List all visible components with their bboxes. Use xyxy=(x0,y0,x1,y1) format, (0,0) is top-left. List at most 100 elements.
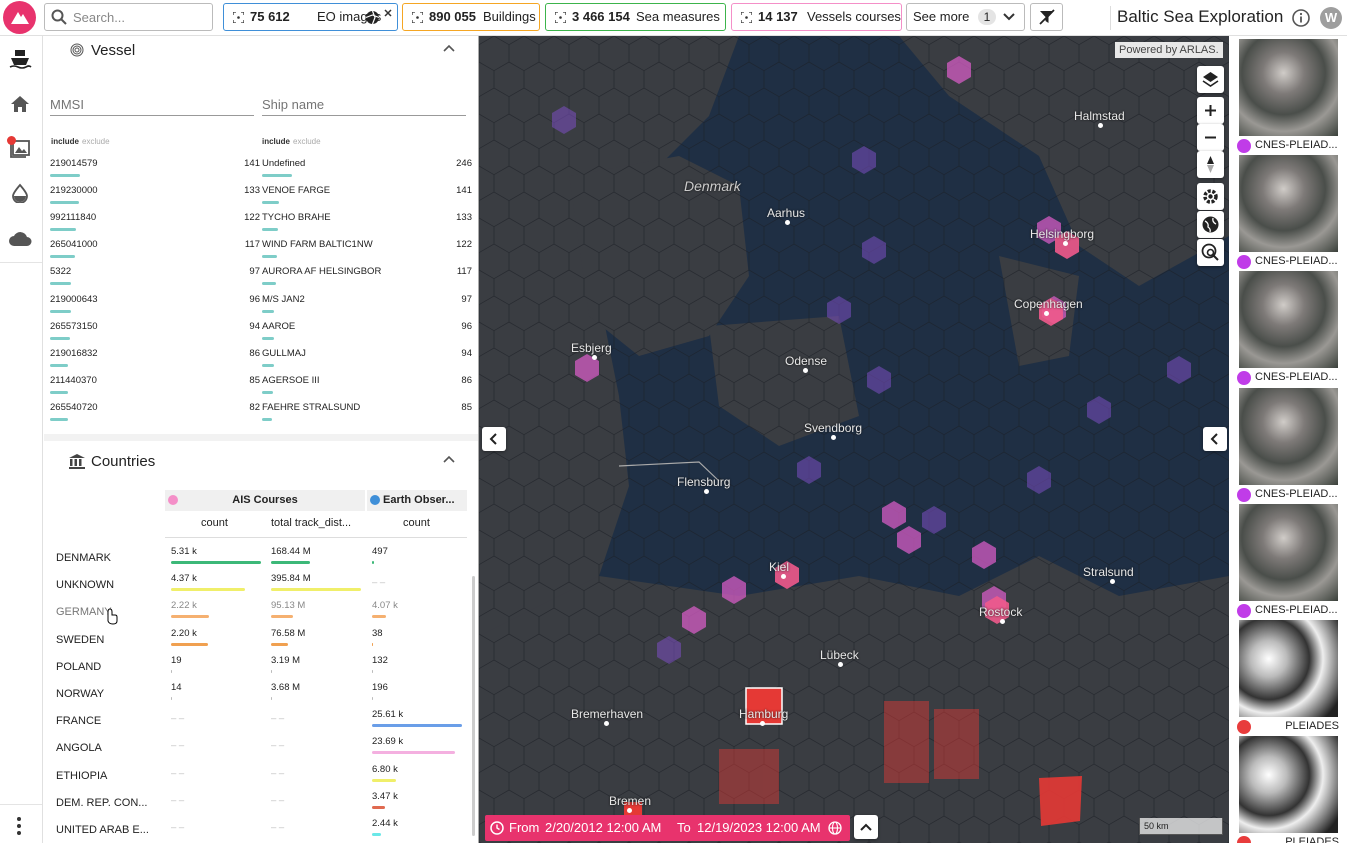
country-row[interactable]: POLAND 19 3.19 M 132 xyxy=(44,652,474,679)
geo-search-button[interactable] xyxy=(1197,239,1224,266)
search-box[interactable] xyxy=(44,3,213,31)
country-row[interactable]: FRANCE – – – – 25.61 k xyxy=(44,706,474,733)
collapse-right-panel-button[interactable] xyxy=(1203,427,1227,451)
term-bar xyxy=(50,309,71,313)
ship-name-filter-input[interactable] xyxy=(262,94,466,116)
search-input[interactable] xyxy=(73,8,203,26)
collection-chip-eo-images[interactable]: 75 612 EO images xyxy=(223,3,398,31)
result-thumbnail[interactable]: CNES-PLEIAD... xyxy=(1235,271,1341,386)
time-range-bar[interactable]: From 2/20/2012 12:00 AM To 12/19/2023 12… xyxy=(485,815,850,841)
country-row[interactable]: UNKNOWN 4.37 k 395.84 M – – xyxy=(44,570,474,597)
satellite-image-preview[interactable] xyxy=(1239,271,1338,369)
countries-widget-title: Countries xyxy=(91,453,156,470)
vessel-term-row[interactable]: 265041000 117 xyxy=(50,239,260,263)
minus-icon xyxy=(1205,136,1216,139)
time-from-value[interactable]: 2/20/2012 12:00 AM xyxy=(545,815,661,841)
more-vertical-icon xyxy=(17,817,21,835)
country-row[interactable]: ANGOLA – – – – 23.69 k xyxy=(44,733,474,760)
remove-filters-button[interactable] xyxy=(1030,3,1063,31)
more-menu-button[interactable] xyxy=(16,816,22,841)
column-header-count[interactable]: count xyxy=(201,517,228,529)
time-to-value[interactable]: 12/19/2023 12:00 AM xyxy=(697,815,821,841)
chevron-up-icon[interactable] xyxy=(443,44,455,52)
layers-button[interactable] xyxy=(1197,66,1224,93)
user-avatar[interactable]: W xyxy=(1320,7,1342,29)
result-thumbnail[interactable]: CNES-PLEIAD... xyxy=(1235,503,1341,618)
zoom-out-button[interactable] xyxy=(1197,124,1224,151)
vessel-term-row[interactable]: 219014579 141 xyxy=(50,158,260,182)
info-icon[interactable] xyxy=(1292,9,1310,27)
rail-item-images[interactable] xyxy=(7,136,31,164)
vessel-term-row[interactable]: 265540720 82 xyxy=(50,402,260,426)
result-thumbnail[interactable]: PLEIADES xyxy=(1235,620,1341,734)
chip-label: Buildings xyxy=(483,9,536,24)
mmsi-include-toggle[interactable]: include xyxy=(51,137,79,146)
close-icon[interactable] xyxy=(383,8,393,18)
vessel-term-row[interactable]: 211440370 85 xyxy=(50,375,260,399)
country-name: ETHIOPIA xyxy=(56,769,108,782)
vessel-term-row[interactable]: M/S JAN2 97 xyxy=(262,293,472,318)
vessel-term-row[interactable]: 265573150 94 xyxy=(50,321,260,345)
map-settings-button[interactable] xyxy=(1197,183,1224,210)
country-row[interactable]: UNITED ARAB E... – – – – 2.44 k xyxy=(44,815,474,842)
aperture-icon[interactable] xyxy=(365,10,380,25)
satellite-image-preview[interactable] xyxy=(1239,736,1338,834)
chevron-up-icon[interactable] xyxy=(443,455,455,463)
country-row[interactable]: SWEDEN 2.20 k 76.58 M 38 xyxy=(44,625,474,652)
vessel-term-row[interactable]: 5322 97 xyxy=(50,266,260,290)
satellite-image-preview[interactable] xyxy=(1239,155,1338,253)
compass-button[interactable] xyxy=(1197,151,1224,178)
collection-chip-sea-measures[interactable]: 3 466 154 Sea measures xyxy=(545,3,726,31)
rail-item-home[interactable] xyxy=(9,94,31,119)
shipname-include-toggle[interactable]: include xyxy=(262,137,290,146)
satellite-image-preview[interactable] xyxy=(1239,387,1338,485)
panel-scrollbar[interactable] xyxy=(472,576,475,836)
vessel-term-row[interactable]: GULLMAJ 94 xyxy=(262,348,472,372)
metric-value: 196 xyxy=(372,682,388,693)
result-thumbnail[interactable]: PLEIADES xyxy=(1235,736,1341,843)
term-bar xyxy=(50,228,77,232)
vessel-term-row[interactable]: 219230000 133 xyxy=(50,185,260,209)
country-row[interactable]: NORWAY 14 3.68 M 196 xyxy=(44,679,474,706)
rail-item-vessels[interactable] xyxy=(8,48,32,70)
term-bar xyxy=(262,174,293,177)
satellite-image-preview[interactable] xyxy=(1239,503,1338,601)
map-view[interactable]: Powered by ARLAS. Halmstad Denmark Aarhus H… xyxy=(479,36,1229,843)
result-thumbnail[interactable]: CNES-PLEIAD... xyxy=(1235,155,1341,270)
vessel-term-row[interactable]: 992111840 122 xyxy=(50,212,260,236)
rail-item-sea[interactable] xyxy=(11,183,29,208)
term-label: M/S JAN2 xyxy=(262,293,305,305)
shipname-exclude-toggle[interactable]: exclude xyxy=(293,137,321,146)
result-thumbnail[interactable]: CNES-PLEIAD... xyxy=(1235,39,1341,153)
collection-chip-buildings[interactable]: 890 055 Buildings xyxy=(402,3,540,31)
vessel-term-row[interactable]: VENOE FARGE 141 xyxy=(262,185,472,209)
rail-item-weather[interactable] xyxy=(8,230,32,253)
vessel-term-row[interactable]: Undefined 246 xyxy=(262,158,472,182)
basemap-button[interactable] xyxy=(1197,211,1224,238)
country-row[interactable]: DENMARK 5.31 k 168.44 M 497 xyxy=(44,543,474,570)
globe-icon[interactable] xyxy=(828,821,842,835)
vessel-term-row[interactable]: TYCHO BRAHE 133 xyxy=(262,212,472,236)
vessel-term-row[interactable]: AGERSOE III 86 xyxy=(262,375,472,399)
satellite-image-preview[interactable] xyxy=(1239,620,1338,717)
vessel-term-row[interactable]: 219000643 96 xyxy=(50,294,260,318)
vessel-term-row[interactable]: FAEHRE STRALSUND 85 xyxy=(262,402,472,426)
collapse-left-panel-button[interactable] xyxy=(482,427,506,451)
collection-chip-vessels-courses[interactable]: 14 137 Vessels courses xyxy=(731,3,902,31)
country-row[interactable]: ETHIOPIA – – – – 6.80 k xyxy=(44,761,474,788)
arlas-logo[interactable] xyxy=(3,1,36,34)
mmsi-filter-input[interactable] xyxy=(50,94,254,116)
country-row[interactable]: DEM. REP. CON... – – – – 3.47 k xyxy=(44,788,474,815)
column-header-total-track-distance[interactable]: total track_dist... xyxy=(271,517,351,529)
vessel-term-row[interactable]: 219016832 86 xyxy=(50,348,260,372)
satellite-image-preview[interactable] xyxy=(1239,39,1338,136)
zoom-in-button[interactable] xyxy=(1197,97,1224,124)
vessel-term-row[interactable]: WIND FARM BALTIC1NW 122 xyxy=(262,239,472,263)
result-thumbnail[interactable]: CNES-PLEIAD... xyxy=(1235,387,1341,502)
vessel-term-row[interactable]: AURORA AF HELSINGBOR 117 xyxy=(262,266,472,290)
mmsi-exclude-toggle[interactable]: exclude xyxy=(82,137,110,146)
vessel-term-row[interactable]: AAROE 96 xyxy=(262,321,472,345)
expand-timeline-button[interactable] xyxy=(854,815,878,839)
see-more-dropdown[interactable]: See more 1 xyxy=(906,3,1025,31)
column-header-eo-count[interactable]: count xyxy=(403,517,430,529)
